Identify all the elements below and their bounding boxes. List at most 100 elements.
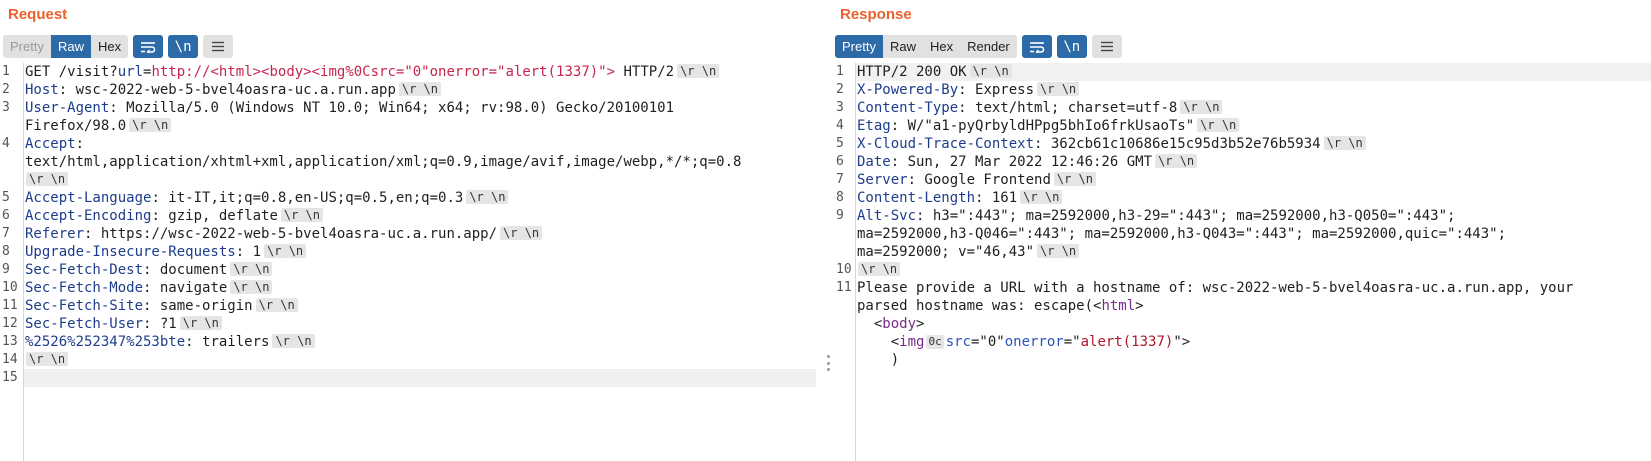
header-name: Sec-Fetch-Mode <box>25 280 144 296</box>
request-line-text: 4 Accept: <box>0 135 822 153</box>
crlf-badge: \r \n <box>1037 244 1080 258</box>
response-line-text: 3 Content-Type: text/html; charset=utf-8 \… <box>834 99 1651 117</box>
crlf-badge: \r \n <box>1155 154 1198 168</box>
line-content: Sec-Fetch-Site: same-origin \r \n <box>25 297 298 315</box>
token: ma=2592000,h3-Q046=":443"; ma=2592000,h3… <box>857 226 1507 242</box>
header-name: Sec-Fetch-Dest <box>25 262 144 278</box>
request-line-text: Firefox/98.0 \r \n <box>0 117 822 135</box>
response-editor[interactable]: 1 HTTP/2 200 OK \r \n 2 X-Powered-By: Expres… <box>834 63 1651 461</box>
line-number: 7 <box>836 172 844 187</box>
crlf-badge: \r \n <box>230 262 273 276</box>
line-content: <body> <box>857 315 925 333</box>
line-content: Content-Length: 161 \r \n <box>857 189 1063 207</box>
token: http://<html><body><img%0Csrc="0"onerror… <box>151 64 616 80</box>
response-view-modes: Pretty Raw Hex Render <box>835 35 1017 58</box>
crlf-badge: \r \n <box>129 118 172 132</box>
request-line-text: 9 Sec-Fetch-Dest: document \r \n <box>0 261 822 279</box>
crlf-badge: \r \n <box>1053 172 1096 186</box>
header-name: Host <box>25 82 59 98</box>
response-mode-hex[interactable]: Hex <box>922 35 961 58</box>
line-content: ) <box>857 351 899 369</box>
line-number: 1 <box>836 64 844 79</box>
line-number: 14 <box>2 352 18 367</box>
token: : wsc-2022-web-5-bvel4oasra-uc.a.run.app <box>58 82 396 98</box>
line-number: 2 <box>2 82 10 97</box>
line-content: Referer: https://wsc-2022-web-5-bvel4oas… <box>25 225 543 243</box>
response-mode-render[interactable]: Render <box>960 35 1017 58</box>
crlf-badge: \r \n <box>26 172 69 186</box>
crlf-badge: \r \n <box>255 298 298 312</box>
pane-splitter[interactable] <box>822 0 834 461</box>
token: body <box>882 316 917 332</box>
line-number: 13 <box>2 334 18 349</box>
request-line-text: 14 \r \n <box>0 351 822 369</box>
line-content: Date: Sun, 27 Mar 2022 12:46:26 GMT \r \n <box>857 153 1198 171</box>
line-number: 6 <box>2 208 10 223</box>
token: : Google Frontend <box>907 172 1051 188</box>
request-toolbar: Pretty Raw Hex \n <box>3 35 234 58</box>
token: html <box>1101 298 1136 314</box>
request-mode-pretty[interactable]: Pretty <box>3 35 51 58</box>
request-line-text: 7 Referer: https://wsc-2022-web-5-bvel4oa… <box>0 225 822 243</box>
line-content: \r \n <box>25 351 69 369</box>
request-show-newlines-button[interactable]: \n <box>168 35 199 58</box>
newline-icon: \n <box>1063 38 1081 55</box>
token: : same-origin <box>143 298 253 314</box>
token: parsed hostname was: escape(< <box>857 298 1102 314</box>
request-mode-hex[interactable]: Hex <box>90 35 129 58</box>
line-content: Sec-Fetch-Mode: navigate \r \n <box>25 279 273 297</box>
response-pane: Response Pretty Raw Hex Render \n 1 HTTP… <box>834 0 1651 461</box>
token: : document <box>143 262 228 278</box>
crlf-badge: \r \n <box>1197 118 1240 132</box>
header-name: X-Cloud-Trace-Context <box>857 136 1035 152</box>
response-show-newlines-button[interactable]: \n <box>1056 35 1087 58</box>
request-line-text: 13 %2526%252347%253bte: trailers \r \n <box>0 333 822 351</box>
response-line-text: 9 Alt-Svc: h3=":443"; ma=2592000,h3-29=":… <box>834 207 1651 225</box>
response-toolbar: Pretty Raw Hex Render \n <box>835 35 1122 58</box>
crlf-badge: \r \n <box>230 280 273 294</box>
line-number: 4 <box>2 136 10 151</box>
line-content: X-Powered-By: Express \r \n <box>857 81 1080 99</box>
token: : gzip, deflate <box>151 208 278 224</box>
line-content: Sec-Fetch-Dest: document \r \n <box>25 261 273 279</box>
token: "> <box>1173 334 1191 350</box>
token: : ?1 <box>143 316 177 332</box>
line-content: Server: Google Frontend \r \n <box>857 171 1096 189</box>
line-content: Etag: W/"a1-pyQrbyldHPpg5bhIo6frkUsaoTs"… <box>857 117 1240 135</box>
newline-icon: \n <box>174 38 192 55</box>
request-pane: Request Pretty Raw Hex \n 1 GET /visit?u… <box>0 0 822 461</box>
token: : W/"a1-pyQrbyldHPpg5bhIo6frkUsaoTs" <box>890 118 1195 134</box>
token: Please provide a URL with a hostname of:… <box>857 280 1574 296</box>
response-line-text: 8 Content-Length: 161 \r \n <box>834 189 1651 207</box>
line-number: 9 <box>2 262 10 277</box>
header-name: Upgrade-Insecure-Requests <box>25 244 236 260</box>
response-menu-button[interactable] <box>1091 35 1122 58</box>
line-number: 15 <box>2 370 18 385</box>
token: < <box>857 334 900 350</box>
response-mode-pretty[interactable]: Pretty <box>835 35 883 58</box>
response-mode-raw[interactable]: Raw <box>882 35 923 58</box>
token: : Express <box>958 82 1035 98</box>
request-wrap-lines-button[interactable] <box>133 35 164 58</box>
response-wrap-lines-button[interactable] <box>1021 35 1052 58</box>
request-line-text: 12 Sec-Fetch-User: ?1 \r \n <box>0 315 822 333</box>
line-number: 12 <box>2 316 18 331</box>
request-line-text: 11 Sec-Fetch-Site: same-origin \r \n <box>0 297 822 315</box>
response-line-text: 4 Etag: W/"a1-pyQrbyldHPpg5bhIo6frkUsaoTs… <box>834 117 1651 135</box>
request-menu-button[interactable] <box>203 35 234 58</box>
response-line-text: 1 HTTP/2 200 OK \r \n <box>834 63 1651 81</box>
header-name: Sec-Fetch-Site <box>25 298 144 314</box>
response-line-text: ) <box>834 351 1651 369</box>
request-line-text: 5 Accept-Language: it-IT,it;q=0.8,en-US;q… <box>0 189 822 207</box>
header-name: Date <box>857 154 891 170</box>
hamburger-icon <box>1100 41 1113 52</box>
crlf-badge: \r \n <box>264 244 307 258</box>
request-line-text: 1 GET /visit?url=http://<html><body><img%… <box>0 63 822 81</box>
request-editor[interactable]: 1 GET /visit?url=http://<html><body><img%… <box>0 63 822 461</box>
token: > <box>1135 298 1144 314</box>
line-number: 9 <box>836 208 844 223</box>
request-mode-raw[interactable]: Raw <box>50 35 91 58</box>
response-line-text: 10 \r \n <box>834 261 1651 279</box>
header-name: Accept-Encoding <box>25 208 152 224</box>
crlf-badge: \r \n <box>179 316 222 330</box>
